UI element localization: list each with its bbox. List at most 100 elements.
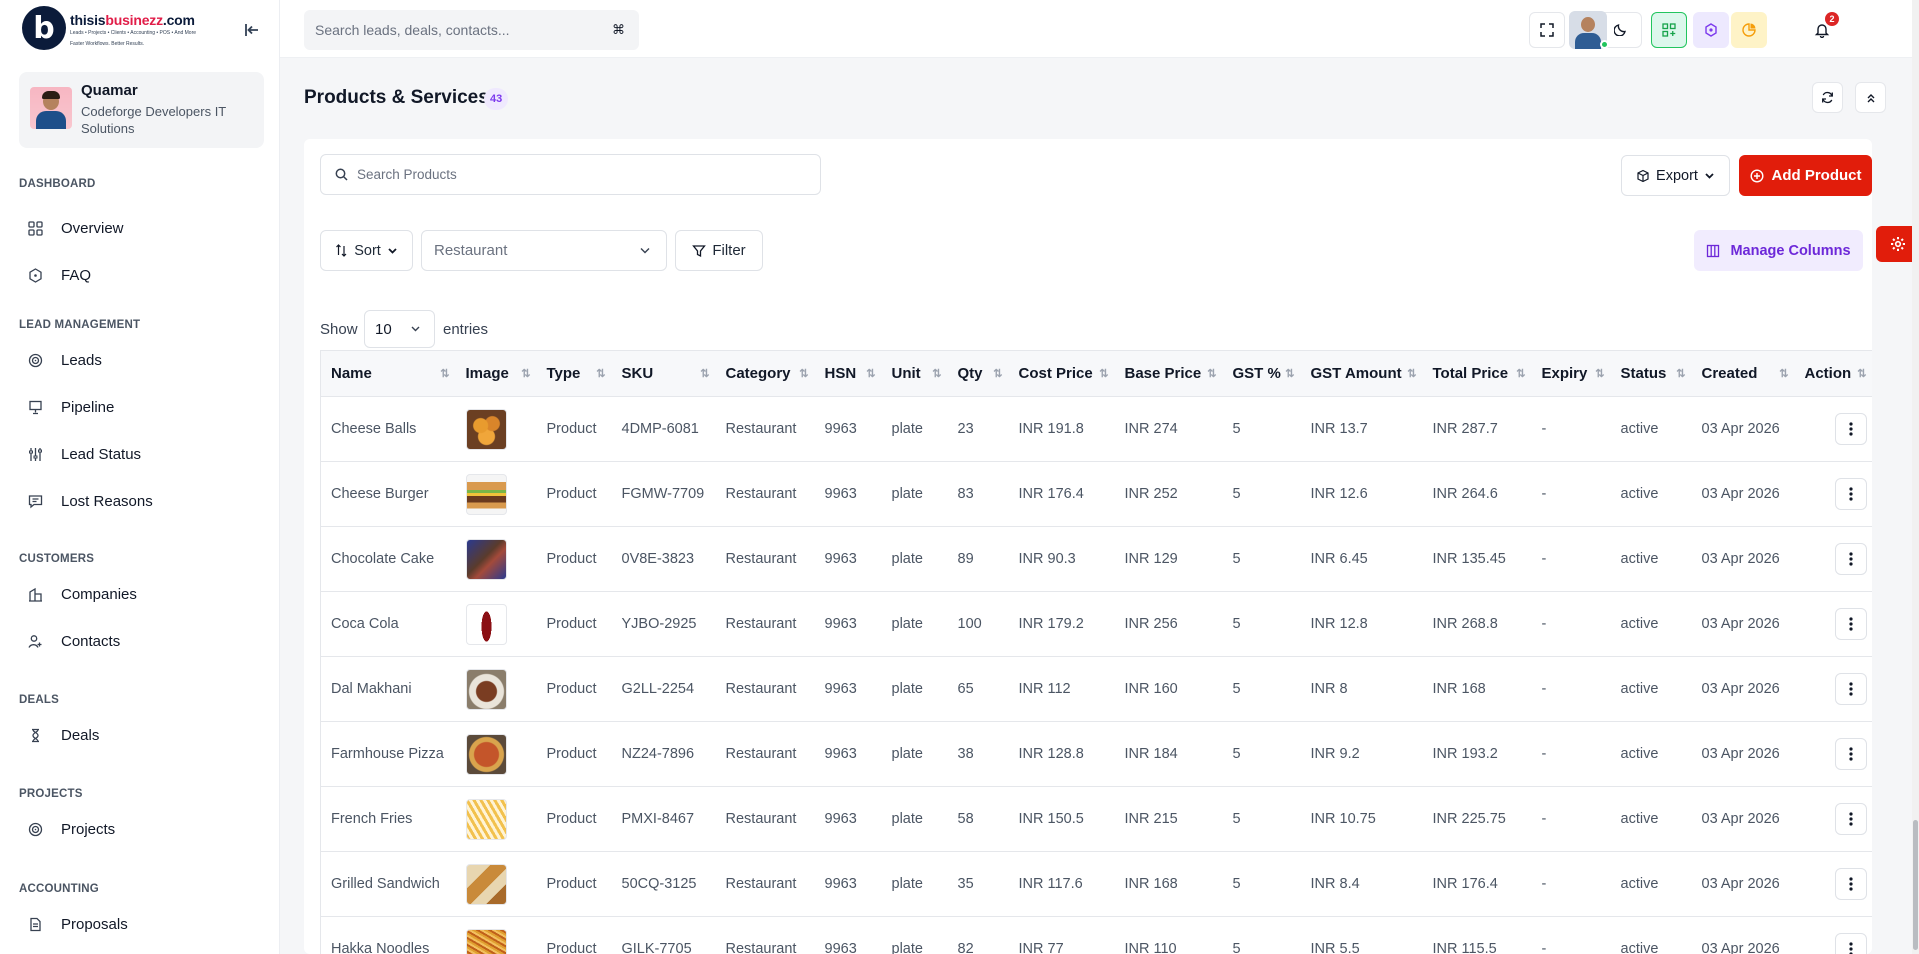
product-thumbnail[interactable] (465, 538, 507, 580)
sidebar-item-pipeline[interactable]: Pipeline (27, 388, 114, 426)
row-actions-button[interactable] (1834, 868, 1867, 900)
sort-arrows-icon[interactable]: ⇅ (866, 367, 875, 380)
row-actions-button[interactable] (1834, 608, 1867, 640)
product-thumbnail[interactable] (465, 928, 507, 954)
column-header-expiry[interactable]: Expiry ⇅ (1531, 350, 1611, 397)
product-thumbnail[interactable] (465, 798, 507, 840)
cell-expiry: - (1541, 876, 1547, 892)
settings-hex-button[interactable] (1693, 12, 1729, 48)
sidebar-item-contacts[interactable]: Contacts (27, 622, 120, 660)
table-row[interactable]: Cheese Burger Product FGMW-7709 Restaurant 9… (320, 461, 1872, 527)
column-header-unit[interactable]: Unit ⇅ (881, 350, 948, 397)
sort-arrows-icon[interactable]: ⇅ (596, 367, 605, 380)
column-header-total-price[interactable]: Total Price ⇅ (1422, 350, 1532, 397)
column-header-cost-price[interactable]: Cost Price ⇅ (1008, 350, 1115, 397)
table-row[interactable]: Dal Makhani Product G2LL-2254 Restaurant 996… (320, 656, 1872, 722)
product-thumbnail[interactable] (465, 408, 507, 450)
table-row[interactable]: Cheese Balls Product 4DMP-6081 Restaurant 99… (320, 396, 1872, 462)
refresh-button[interactable] (1812, 82, 1843, 113)
cell-hsn: 9963 (824, 551, 857, 567)
column-header-status[interactable]: Status ⇅ (1610, 350, 1692, 397)
column-header-category[interactable]: Category ⇅ (715, 350, 815, 397)
column-header-hsn[interactable]: HSN ⇅ (814, 350, 882, 397)
sidebar-item-proposals[interactable]: Proposals (27, 905, 128, 943)
moon-icon[interactable] (1613, 22, 1628, 41)
fullscreen-icon (1540, 23, 1554, 37)
product-thumbnail[interactable] (465, 603, 507, 645)
table-row[interactable]: Coca Cola Product YJBO-2925 Restaurant 9963 p… (320, 591, 1872, 657)
cell-hsn: 9963 (824, 811, 857, 827)
column-header-created[interactable]: Created ⇅ (1691, 350, 1795, 397)
page-scrollbar-thumb[interactable] (1913, 820, 1918, 950)
sort-arrows-icon[interactable]: ⇅ (1516, 367, 1525, 380)
user-card[interactable]: Quamar Codeforge Developers IT Solutions (19, 72, 264, 148)
sort-arrows-icon[interactable]: ⇅ (799, 367, 808, 380)
notifications-button[interactable]: 2 (1804, 12, 1840, 48)
sidebar-item-overview[interactable]: Overview (27, 209, 124, 247)
brand-logo[interactable]: b thisisbusinezz.com Leads • Projects • … (22, 6, 196, 52)
sort-arrows-icon[interactable]: ⇅ (1779, 367, 1788, 380)
row-actions-button[interactable] (1834, 543, 1867, 575)
page-scrollbar[interactable] (1912, 0, 1919, 954)
product-thumbnail[interactable] (465, 733, 507, 775)
table-row[interactable]: Hakka Noodles Product GILK-7705 Restaurant 9… (320, 916, 1872, 954)
product-thumbnail[interactable] (465, 668, 507, 710)
apps-button[interactable] (1651, 12, 1687, 48)
table-row[interactable]: Grilled Sandwich Product 50CQ-3125 Restaura… (320, 851, 1872, 917)
column-header-image[interactable]: Image ⇅ (455, 350, 537, 397)
table-row[interactable]: Farmhouse Pizza Product NZ24-7896 Restauran… (320, 721, 1872, 787)
row-actions-button[interactable] (1834, 413, 1867, 445)
sort-arrows-icon[interactable]: ⇅ (1207, 367, 1216, 380)
sidebar-item-leads[interactable]: Leads (27, 341, 102, 379)
sort-arrows-icon[interactable]: ⇅ (1857, 367, 1866, 380)
cell-action (1794, 591, 1872, 657)
category-select[interactable]: Restaurant (421, 230, 667, 271)
row-actions-button[interactable] (1834, 933, 1867, 954)
column-header-action[interactable]: Action ⇅ (1794, 350, 1872, 397)
sort-arrows-icon[interactable]: ⇅ (1676, 367, 1685, 380)
sort-arrows-icon[interactable]: ⇅ (1099, 367, 1108, 380)
sort-arrows-icon[interactable]: ⇅ (1285, 367, 1294, 380)
sort-arrows-icon[interactable]: ⇅ (932, 367, 941, 380)
table-row[interactable]: Chocolate Cake Product 0V8E-3823 Restaurant… (320, 526, 1872, 592)
row-actions-button[interactable] (1834, 673, 1867, 705)
global-search-input[interactable]: Search leads, deals, contacts... ⌘ (304, 10, 639, 50)
manage-columns-button[interactable]: Manage Columns (1694, 230, 1863, 271)
add-product-button[interactable]: Add Product (1739, 155, 1872, 196)
sidebar-item-faq[interactable]: FAQ (27, 256, 91, 294)
row-actions-button[interactable] (1834, 478, 1867, 510)
row-actions-button[interactable] (1834, 803, 1867, 835)
sort-arrows-icon[interactable]: ⇅ (1595, 367, 1604, 380)
table-row[interactable]: French Fries Product PMXI-8467 Restaurant 99… (320, 786, 1872, 852)
column-header-name[interactable]: Name ⇅ (320, 350, 456, 397)
export-button[interactable]: Export (1621, 155, 1730, 196)
column-header-type[interactable]: Type ⇅ (536, 350, 612, 397)
column-header-base-price[interactable]: Base Price ⇅ (1114, 350, 1223, 397)
fullscreen-button[interactable] (1529, 12, 1565, 48)
row-actions-button[interactable] (1834, 738, 1867, 770)
column-header-qty[interactable]: Qty ⇅ (947, 350, 1009, 397)
product-thumbnail[interactable] (465, 863, 507, 905)
sidebar-item-lead-status[interactable]: Lead Status (27, 435, 141, 473)
product-search-input[interactable]: Search Products (320, 154, 821, 195)
column-header-sku[interactable]: SKU ⇅ (611, 350, 716, 397)
sort-arrows-icon[interactable]: ⇅ (521, 367, 530, 380)
sort-button[interactable]: Sort (320, 230, 413, 271)
filter-button[interactable]: Filter (675, 230, 763, 271)
sort-arrows-icon[interactable]: ⇅ (700, 367, 709, 380)
sidebar-item-lost-reasons[interactable]: Lost Reasons (27, 482, 153, 520)
column-header-gst-amount[interactable]: GST Amount ⇅ (1300, 350, 1423, 397)
sort-arrows-icon[interactable]: ⇅ (440, 367, 449, 380)
product-thumbnail[interactable] (465, 473, 507, 515)
sidebar-item-projects[interactable]: Projects (27, 810, 115, 848)
collapse-header-button[interactable] (1855, 82, 1886, 113)
entries-per-page-select[interactable]: 10 (364, 310, 435, 348)
sort-arrows-icon[interactable]: ⇅ (1407, 367, 1416, 380)
column-header-gst[interactable]: GST % ⇅ (1222, 350, 1301, 397)
sidebar-item-deals[interactable]: Deals (27, 716, 99, 754)
reports-button[interactable] (1731, 12, 1767, 48)
cell-qty: 89 (957, 551, 974, 567)
sidebar-item-companies[interactable]: Companies (27, 575, 137, 613)
collapse-sidebar-icon[interactable] (242, 20, 262, 40)
sort-arrows-icon[interactable]: ⇅ (993, 367, 1002, 380)
